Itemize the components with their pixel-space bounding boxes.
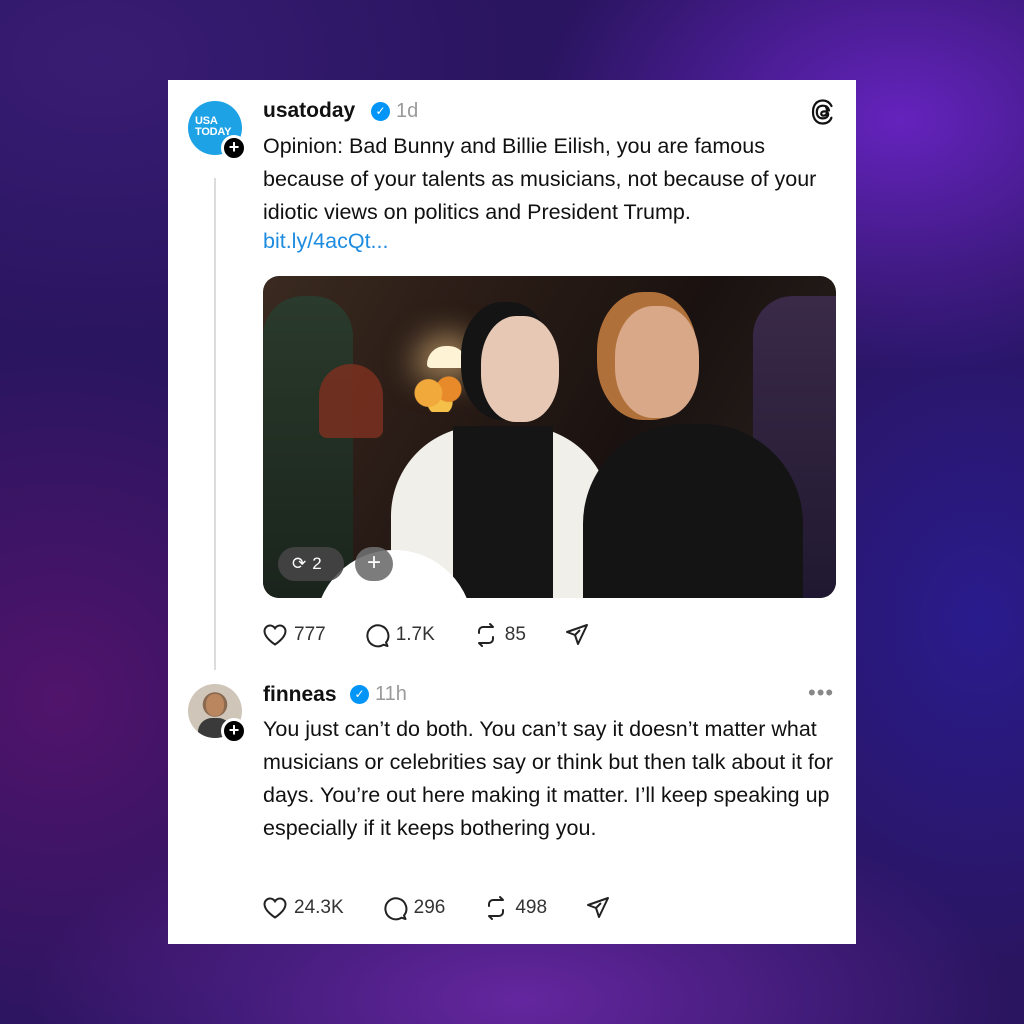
- more-options-icon[interactable]: •••: [808, 680, 834, 706]
- like-button[interactable]: 777: [262, 623, 326, 647]
- photo-man-body: [583, 424, 803, 598]
- heart-icon: [263, 624, 287, 646]
- usatoday-logo-text: USA TODAY: [195, 115, 232, 138]
- photo-woman-head: [481, 316, 559, 422]
- like-count: 24.3K: [294, 897, 344, 918]
- post2-username[interactable]: finneas: [263, 683, 337, 707]
- post1-photo[interactable]: [263, 276, 836, 598]
- repost-button[interactable]: 85: [473, 622, 526, 648]
- share-button[interactable]: [564, 622, 596, 648]
- post1-actions: 777 1.7K 85: [262, 621, 634, 649]
- comment-button[interactable]: 1.7K: [364, 622, 435, 648]
- heart-icon: [263, 897, 287, 919]
- post2-timestamp: 11h: [375, 683, 407, 705]
- repost-pill-count: 2: [312, 554, 322, 573]
- post1-username[interactable]: usatoday: [263, 99, 355, 123]
- photo-man-head: [615, 306, 699, 418]
- repost-icon: [488, 896, 505, 920]
- repost-count-pill[interactable]: ⟳ 2: [278, 547, 344, 581]
- threads-logo-icon[interactable]: [810, 98, 836, 131]
- share-icon: [565, 624, 588, 645]
- add-plus-button[interactable]: +: [355, 547, 393, 581]
- photo-lamp: [427, 346, 467, 368]
- post1-timestamp: 1d: [396, 100, 419, 122]
- verified-icon: ✓: [371, 102, 390, 121]
- comment-icon: [366, 624, 390, 648]
- photo-flowers: [411, 374, 469, 412]
- repost-count: 498: [515, 897, 548, 918]
- like-button[interactable]: 24.3K: [262, 896, 344, 920]
- comment-count: 1.7K: [395, 624, 435, 645]
- follow-plus-icon[interactable]: +: [221, 135, 247, 161]
- like-count: 777: [294, 624, 326, 645]
- follow-plus-icon[interactable]: +: [221, 718, 247, 744]
- comment-count: 296: [413, 897, 446, 918]
- thread-connector-line: [214, 178, 216, 670]
- share-icon: [587, 897, 610, 918]
- post1-text: Opinion: Bad Bunny and Billie Eilish, yo…: [263, 134, 817, 224]
- comment-button[interactable]: 296: [382, 895, 446, 921]
- repost-button[interactable]: 498: [483, 895, 547, 921]
- photo-woman-shirt: [453, 426, 553, 598]
- photo-chair: [319, 364, 383, 438]
- post2-text: You just can’t do both. You can’t say it…: [263, 717, 834, 840]
- share-button[interactable]: [585, 895, 617, 921]
- post2-actions: 24.3K 296 498: [262, 894, 655, 922]
- avatar-head: [206, 694, 224, 716]
- post1-link[interactable]: bit.ly/4acQt...: [263, 229, 388, 254]
- repost-count: 85: [504, 624, 526, 645]
- comment-icon: [384, 897, 408, 921]
- verified-icon: ✓: [350, 685, 369, 704]
- repost-icon: ⟳: [292, 554, 307, 573]
- repost-icon: [477, 623, 494, 647]
